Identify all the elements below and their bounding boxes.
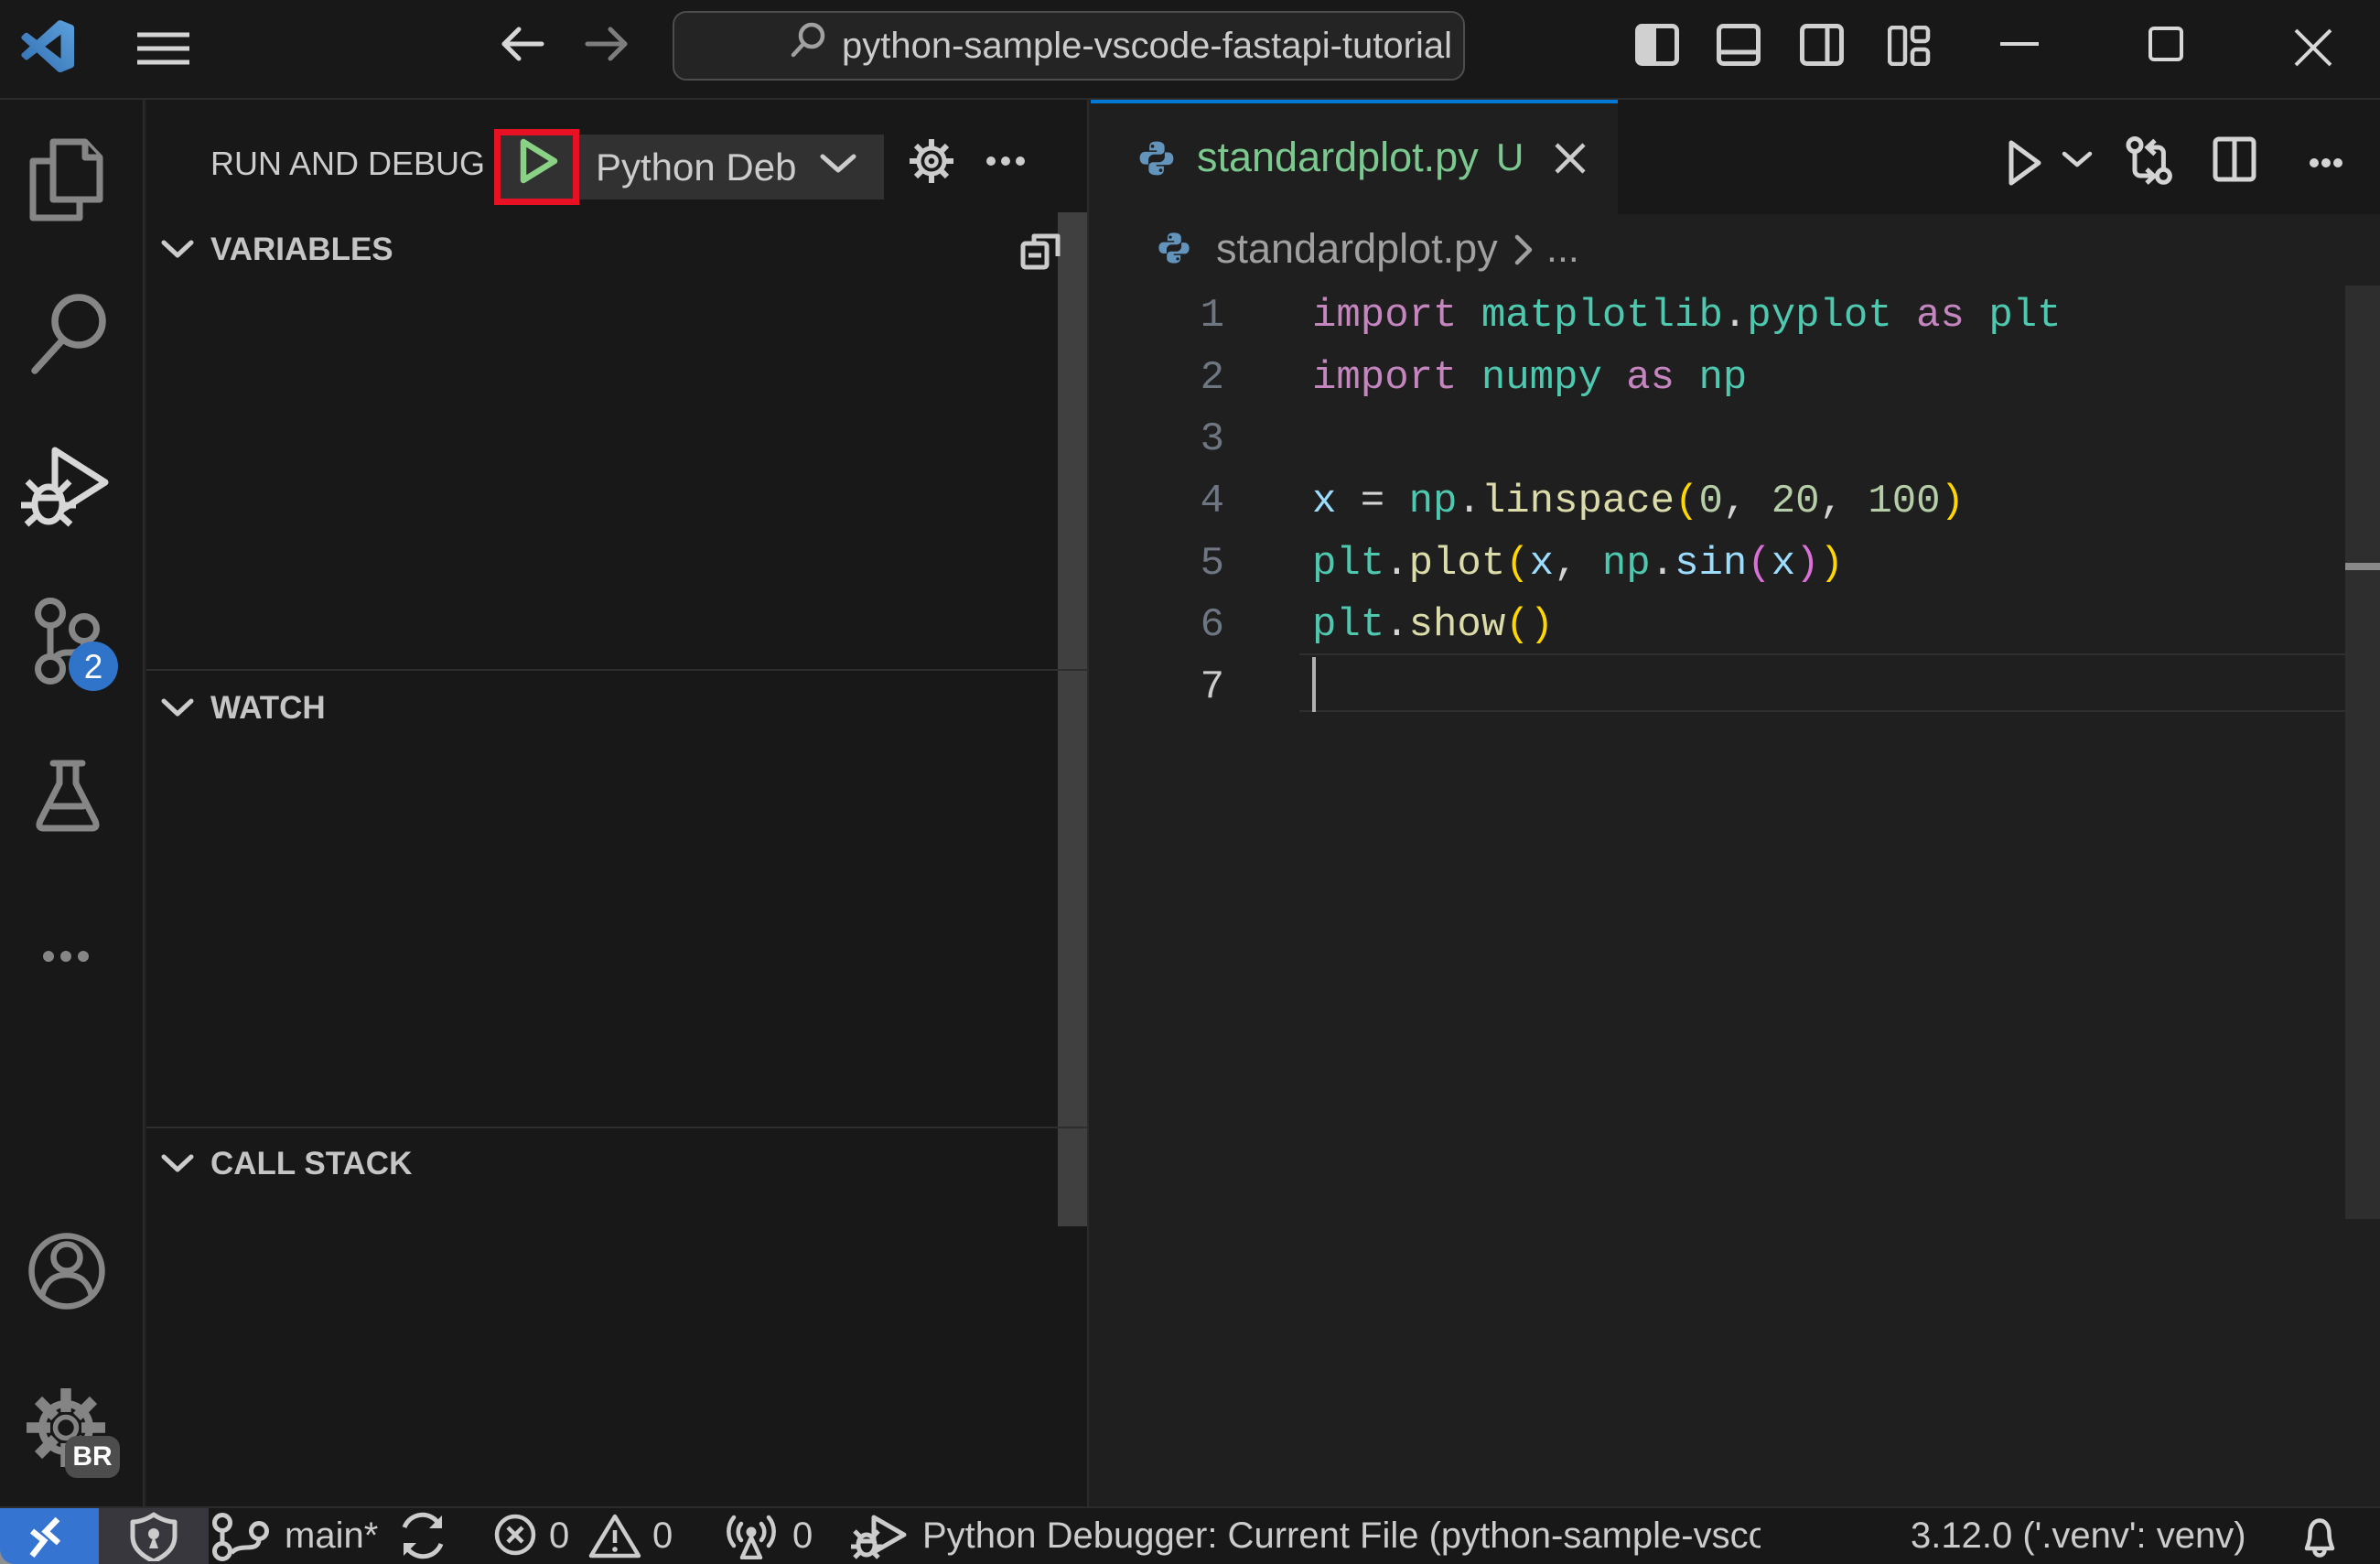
svg-text:2: 2: [84, 648, 103, 685]
